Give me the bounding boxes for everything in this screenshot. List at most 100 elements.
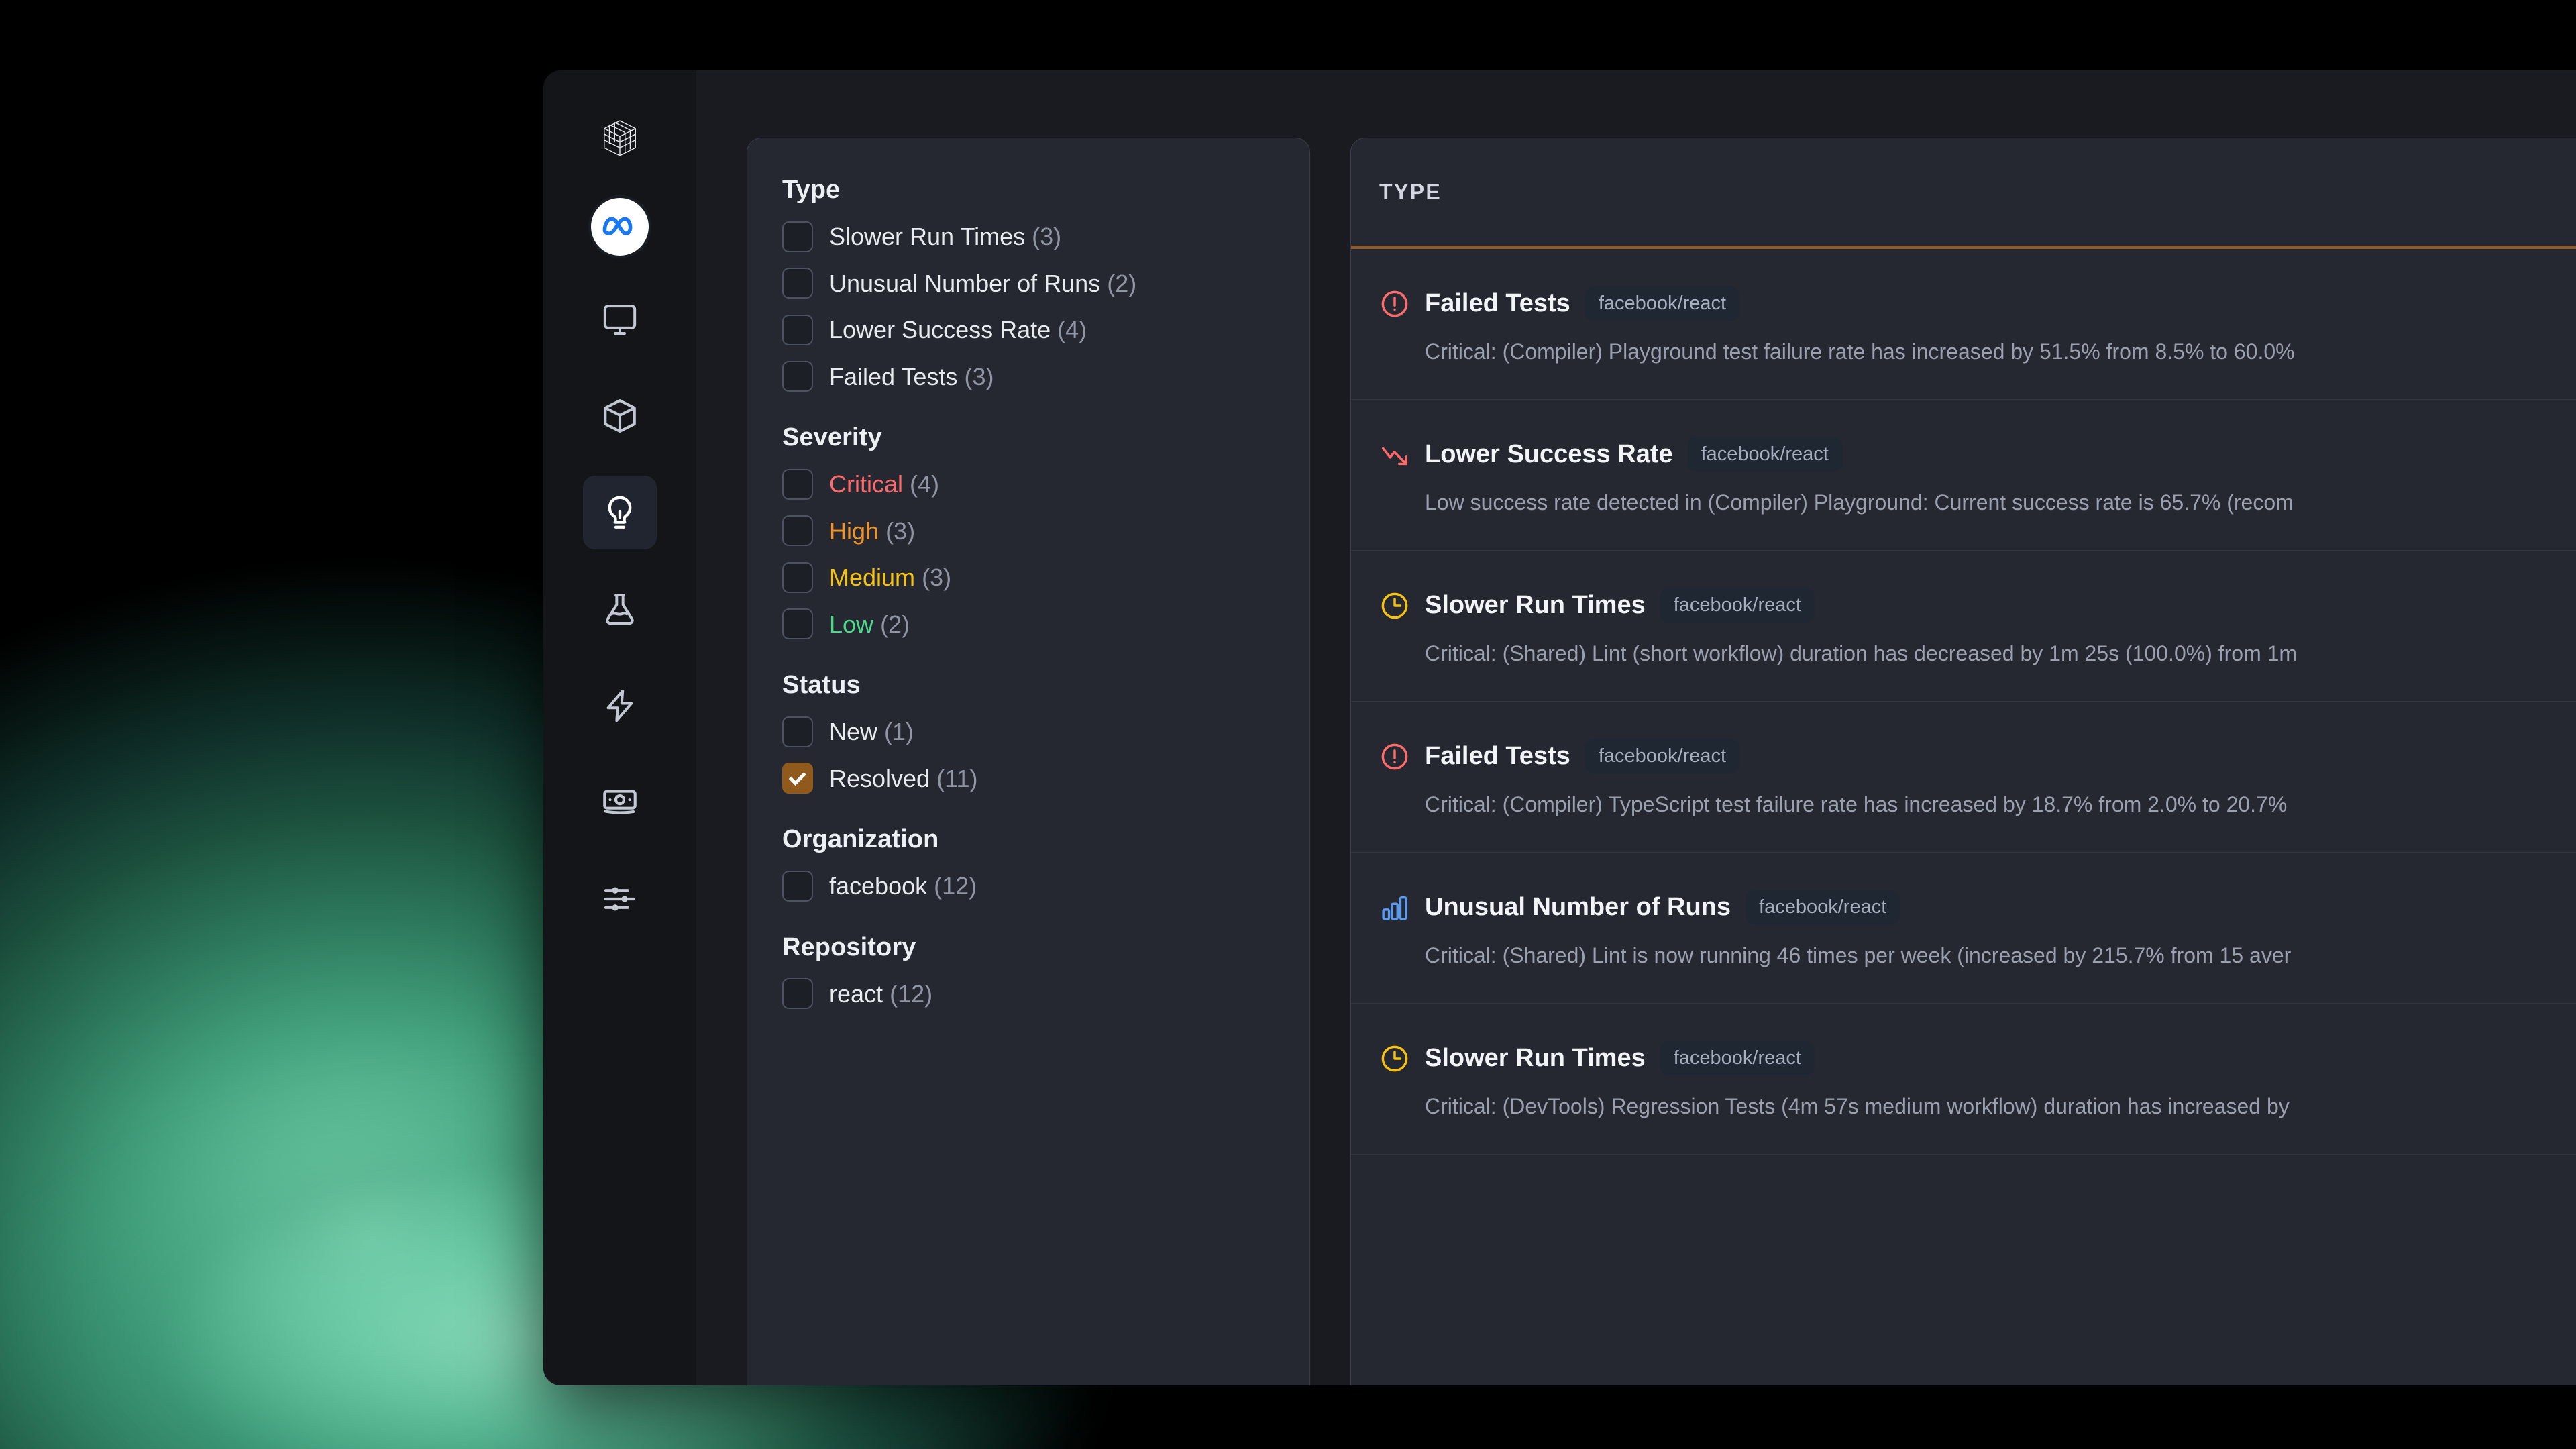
alerts-header-title: TYPE <box>1379 180 1442 205</box>
filter-option-high[interactable]: High (3) <box>782 515 1309 547</box>
alert-title: Unusual Number of Runs <box>1425 893 1731 922</box>
monitor-icon <box>601 301 639 338</box>
filter-option-count: (3) <box>964 363 994 390</box>
filter-option-label: Resolved (11) <box>829 763 977 795</box>
sidebar-item-monitor[interactable] <box>583 282 657 356</box>
checkbox[interactable] <box>782 315 813 345</box>
repo-badge[interactable]: facebook/react <box>1585 286 1739 321</box>
alert-title: Failed Tests <box>1425 742 1570 771</box>
main-content: Type Slower Run Times (3) Unusual Number o… <box>696 70 2576 1385</box>
filter-option-count: (12) <box>934 872 977 900</box>
checkbox[interactable] <box>782 361 813 392</box>
alert-title: Lower Success Rate <box>1425 440 1673 469</box>
filter-option-resolved[interactable]: Resolved (11) <box>782 763 1309 795</box>
checkbox[interactable] <box>782 871 813 902</box>
checkbox-checked[interactable] <box>782 763 813 794</box>
alerts-list: Failed Tests facebook/react Critical: (Com… <box>1351 249 2576 1155</box>
checkbox[interactable] <box>782 716 813 747</box>
filter-option-count: (11) <box>936 765 977 792</box>
alert-header: Failed Tests facebook/react <box>1379 739 2576 773</box>
filter-option-react[interactable]: react (12) <box>782 978 1309 1010</box>
filter-option-label: Low (2) <box>829 608 910 641</box>
repo-badge[interactable]: facebook/react <box>1660 588 1815 623</box>
checkbox[interactable] <box>782 221 813 252</box>
checkbox[interactable] <box>782 469 813 500</box>
filter-option-count: (3) <box>1032 223 1061 250</box>
filter-option-count: (2) <box>1107 270 1136 297</box>
filter-group-title: Severity <box>782 423 1309 452</box>
alert-row[interactable]: Failed Testsfacebook/reactCritical: (Com… <box>1351 702 2576 853</box>
filter-option-count: (3) <box>885 517 915 545</box>
filter-option-count: (3) <box>922 564 951 591</box>
filter-option-name: Unusual Number of Runs <box>829 270 1100 297</box>
filter-option-label: Unusual Number of Runs (2) <box>829 268 1136 300</box>
checkbox[interactable] <box>782 515 813 546</box>
repo-badge[interactable]: facebook/react <box>1585 739 1739 773</box>
alert-circle-icon <box>1379 288 1410 319</box>
alert-header: Slower Run Timesfacebook/react <box>1379 1041 2576 1075</box>
alert-title: Slower Run Times <box>1425 591 1646 620</box>
alert-description: Critical: (DevTools) Regression Tests (4… <box>1425 1094 2576 1119</box>
filter-option-name: facebook <box>829 872 927 900</box>
filter-group-title: Organization <box>782 825 1309 854</box>
filter-option-slower-run-times[interactable]: Slower Run Times (3) <box>782 221 1309 253</box>
repo-badge[interactable]: facebook/react <box>1746 890 1900 924</box>
filter-option-facebook[interactable]: facebook (12) <box>782 870 1309 902</box>
filter-option-count: (1) <box>884 718 914 745</box>
alert-description: Low success rate detected in (Compiler) … <box>1425 490 2576 515</box>
filter-group-severity: SeverityCritical (4)High (3)Medium (3)Lo… <box>782 423 1309 640</box>
clock-icon <box>1379 590 1410 621</box>
filter-option-label: Medium (3) <box>829 561 951 594</box>
repo-badge[interactable]: facebook/react <box>1688 437 1842 472</box>
alert-description: Critical: (Shared) Lint is now running 4… <box>1425 943 2576 968</box>
filter-option-label: New (1) <box>829 716 914 748</box>
alert-description: Critical: (Shared) Lint (short workflow)… <box>1425 641 2576 666</box>
alert-row[interactable]: Lower Success Rate facebook/react Low succ… <box>1351 400 2576 551</box>
meta-logo-avatar[interactable] <box>591 198 649 256</box>
filter-option-failed-tests[interactable]: Failed Tests (3) <box>782 361 1309 393</box>
alert-row[interactable]: Slower Run Timesfacebook/react Critical: … <box>1351 1004 2576 1155</box>
filter-group-title: Status <box>782 671 1309 700</box>
filter-option-name: High <box>829 517 879 545</box>
filter-option-critical[interactable]: Critical (4) <box>782 468 1309 500</box>
sidebar-item-cube[interactable] <box>583 379 657 453</box>
filter-option-name: Slower Run Times <box>829 223 1025 250</box>
filter-option-count: (12) <box>890 980 932 1008</box>
bar-chart-icon <box>1379 892 1410 923</box>
repo-badge[interactable]: facebook/react <box>1660 1041 1815 1075</box>
checkbox[interactable] <box>782 608 813 639</box>
sidebar-item-settings[interactable] <box>583 862 657 936</box>
filter-option-name: Low <box>829 610 873 638</box>
filter-option-name: New <box>829 718 877 745</box>
filter-option-label: Failed Tests (3) <box>829 361 994 393</box>
alert-row[interactable]: Failed Testsfacebook/react Critical: (Com… <box>1351 249 2576 400</box>
filter-option-new[interactable]: New (1) <box>782 716 1309 748</box>
sidebar-item-insights[interactable] <box>583 476 657 549</box>
sidebar-item-billing[interactable] <box>583 765 657 839</box>
checkbox[interactable] <box>782 268 813 299</box>
filter-option-unusual-number-of-runs[interactable]: Unusual Number of Runs (2) <box>782 268 1309 300</box>
checkbox[interactable] <box>782 562 813 593</box>
filter-option-label: Lower Success Rate (4) <box>829 314 1087 346</box>
alert-header: Failed Testsfacebook/react <box>1379 286 2576 321</box>
filter-option-name: Resolved <box>829 765 930 792</box>
filter-group-title: Type <box>782 176 1309 205</box>
filter-group-organization: Organization facebook (12) <box>782 825 1309 902</box>
banknote-icon <box>600 783 639 822</box>
filter-option-low[interactable]: Low (2) <box>782 608 1309 641</box>
sidebar-item-experiments[interactable] <box>583 572 657 646</box>
alert-header: Lower Success Rate facebook/react <box>1379 437 2576 472</box>
filter-option-medium[interactable]: Medium (3) <box>782 561 1309 594</box>
checkbox[interactable] <box>782 978 813 1009</box>
sidebar-item-actions[interactable] <box>583 669 657 743</box>
lightbulb-icon <box>600 493 639 532</box>
sidebar-item-wireframe-cube[interactable] <box>583 101 657 175</box>
filter-option-name: Failed Tests <box>829 363 957 390</box>
filter-option-label: Slower Run Times (3) <box>829 221 1061 253</box>
alert-row[interactable]: Slower Run Times facebook/react Critical: … <box>1351 551 2576 702</box>
filter-option-lower-success-rate[interactable]: Lower Success Rate (4) <box>782 314 1309 346</box>
filter-option-label: react (12) <box>829 978 932 1010</box>
filter-option-label: Critical (4) <box>829 468 939 500</box>
alert-row[interactable]: Unusual Number of Runs facebook/react Crit… <box>1351 853 2576 1004</box>
alert-description: Critical: (Compiler) Playground test fai… <box>1425 339 2576 364</box>
